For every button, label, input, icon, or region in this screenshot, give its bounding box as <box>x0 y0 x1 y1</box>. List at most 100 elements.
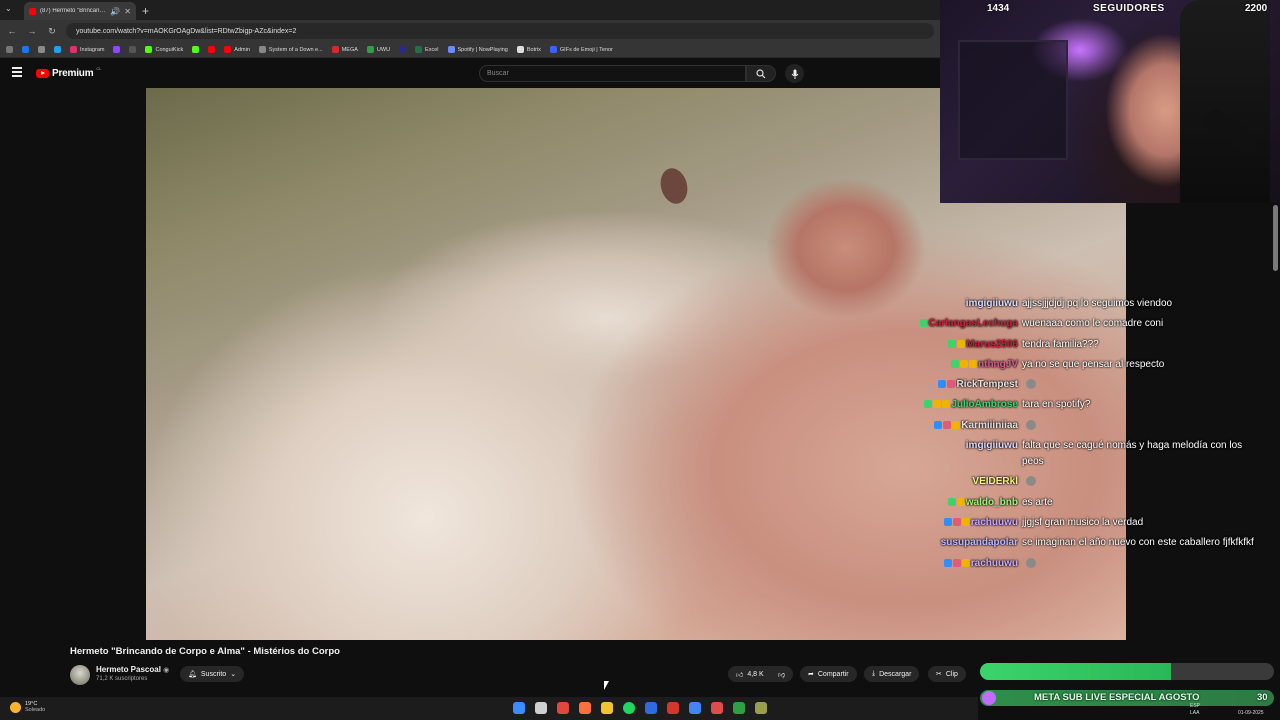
reload-icon[interactable]: ↻ <box>46 26 58 37</box>
channel-avatar[interactable] <box>70 665 90 685</box>
bookmark-favicon-icon <box>70 46 77 53</box>
page-scrollbar[interactable] <box>1273 205 1278 271</box>
bookmark-item[interactable]: System of a Down e... <box>258 46 323 53</box>
share-button[interactable]: ➦ Compartir <box>800 666 857 682</box>
bookmark-favicon-icon <box>192 46 200 53</box>
forward-icon[interactable]: → <box>26 26 38 36</box>
taskbar-app-icon[interactable] <box>601 702 613 714</box>
chat-text: tara en spotify? <box>1022 397 1262 413</box>
chat-user: nthngJV <box>906 357 1022 373</box>
chat-badge-icon <box>961 558 970 567</box>
bookmark-item[interactable]: Admin <box>224 46 250 53</box>
close-tab-icon[interactable]: ✕ <box>124 7 131 16</box>
chat-message: RickTempest <box>906 377 1276 393</box>
taskbar-app-icon[interactable] <box>645 702 657 714</box>
tab-search-icon[interactable]: ⌄ <box>5 4 12 13</box>
taskbar-app-icon[interactable] <box>623 702 635 714</box>
bookmark-item[interactable]: MEGA <box>331 46 358 53</box>
clip-button[interactable]: ✂ Clip <box>928 666 966 682</box>
chat-text-content: falta que se cagué nomás y haga melodía … <box>1022 440 1243 468</box>
taskbar-app-icon[interactable] <box>557 702 569 714</box>
bookmark-favicon-icon <box>208 46 216 53</box>
chat-badge-icon <box>934 420 943 429</box>
browser-tab-active[interactable]: (87) Hermeto "Brincando de 🔊 ✕ <box>24 2 136 20</box>
menu-hamburger-icon[interactable] <box>12 67 22 77</box>
bookmark-favicon-icon <box>366 46 374 53</box>
chat-badge-icon <box>969 359 977 368</box>
followers-target: 2200 <box>1245 3 1268 14</box>
chat-text: es arte <box>1022 495 1262 511</box>
weather-condition: Soleado <box>25 707 46 713</box>
mouse-cursor <box>604 681 609 690</box>
bookmark-item[interactable]: GIFs de Emoji | Tenor <box>549 46 613 53</box>
chat-badge-icon <box>919 319 928 328</box>
search-icon <box>756 68 766 78</box>
bookmark-item[interactable] <box>22 46 29 53</box>
back-icon[interactable]: ← <box>6 26 18 36</box>
bookmark-item[interactable] <box>399 46 407 53</box>
taskbar-app-icon[interactable] <box>579 702 591 714</box>
bookmark-label: Excel <box>425 46 439 53</box>
chat-message: VEIDERkl <box>906 474 1276 490</box>
chat-message: CarlangasLechuga wuenaaa como le comadre … <box>906 316 1276 332</box>
voice-search-button[interactable] <box>785 64 804 83</box>
logo-wordmark: Premium <box>52 68 94 79</box>
bookmark-item[interactable] <box>129 46 137 53</box>
taskbar-app-icon[interactable] <box>689 702 701 714</box>
bookmark-label: GIFs de Emoji | Tenor <box>559 46 613 53</box>
bookmark-item[interactable]: Spotify | NowPlaying <box>447 46 508 53</box>
chat-username: rachuuwu <box>970 557 1018 569</box>
taskbar-app-icon[interactable] <box>755 702 767 714</box>
chat-text <box>1022 556 1262 572</box>
tray-language[interactable]: ESP <box>1190 703 1200 709</box>
bookmark-item[interactable] <box>38 46 45 53</box>
channel-name[interactable]: Hermeto Pascoal ◉ <box>96 665 169 674</box>
url-field[interactable]: youtube.com/watch?v=mAOKGrOAgDw&list=RDt… <box>66 23 934 39</box>
chat-text: jjgjsf gran musico la verdad <box>1022 515 1262 531</box>
chat-text-content: wuenaaa como le comadre coni <box>1022 318 1164 330</box>
bookmark-label: Botrix <box>526 46 541 53</box>
bookmark-item[interactable]: UWU <box>366 46 390 53</box>
bookmark-item[interactable] <box>208 46 216 53</box>
taskbar-app-icon[interactable] <box>733 702 745 714</box>
sub-goal-value: 30 <box>1257 692 1268 703</box>
chat-text: ajjssjjjdjdj pq lo seguimos viendoo <box>1022 296 1262 312</box>
chat-user: Karmiiiniiaa <box>906 418 1022 434</box>
address-bar-row: ← → ↻ youtube.com/watch?v=mAOKGrOAgDw&li… <box>0 20 940 42</box>
subscribed-label: Suscrito <box>200 670 227 678</box>
bookmark-item[interactable] <box>54 46 61 53</box>
tray-date[interactable]: 01-09-2025 <box>1238 710 1264 716</box>
search-input[interactable]: Buscar <box>479 65 746 82</box>
search-button[interactable] <box>746 65 776 82</box>
thumbs-down-icon: 👎︎ <box>778 671 786 679</box>
youtube-logo[interactable]: Premium CL <box>36 66 102 79</box>
weather-widget[interactable]: 19°C Soleado <box>10 701 45 713</box>
start-windows-icon[interactable] <box>513 702 525 714</box>
bookmark-item[interactable] <box>113 46 121 53</box>
dislike-button[interactable]: 👎︎ <box>770 666 794 682</box>
bookmark-item[interactable]: Instagram <box>70 46 104 53</box>
chat-badge-icon <box>933 400 942 409</box>
apps-grid-icon[interactable] <box>6 46 13 53</box>
bookmark-item[interactable]: ConguiKick <box>145 46 183 53</box>
logo-region: CL <box>96 66 102 71</box>
download-button[interactable]: ⤓ Descargar <box>864 666 920 682</box>
chat-emote-icon <box>1026 476 1036 487</box>
new-tab-button[interactable]: + <box>142 2 149 20</box>
like-button[interactable]: 👍︎ 4,8 K <box>728 666 772 682</box>
chat-badge-icon <box>960 359 968 368</box>
followers-current: 1434 <box>987 3 1010 14</box>
bookmark-item[interactable]: Botrix <box>516 46 541 53</box>
chat-badge-icon <box>952 420 961 429</box>
chat-message: susupandapolar se imaginan el año nuevo c… <box>906 535 1276 551</box>
scissors-icon: ✂ <box>936 671 942 678</box>
chat-username: imgigiiuwu <box>965 440 1018 452</box>
bookmark-item[interactable] <box>192 46 200 53</box>
chat-badge-icon <box>943 558 952 567</box>
subscribed-button[interactable]: 🔔︎ Suscrito ⌄ <box>180 666 245 682</box>
taskbar-app-icon[interactable] <box>711 702 723 714</box>
chat-username: CarlangasLechuga <box>928 318 1018 330</box>
taskbar-app-icon[interactable] <box>535 702 547 714</box>
taskbar-app-icon[interactable] <box>667 702 679 714</box>
bookmark-item[interactable]: Excel <box>415 46 439 53</box>
